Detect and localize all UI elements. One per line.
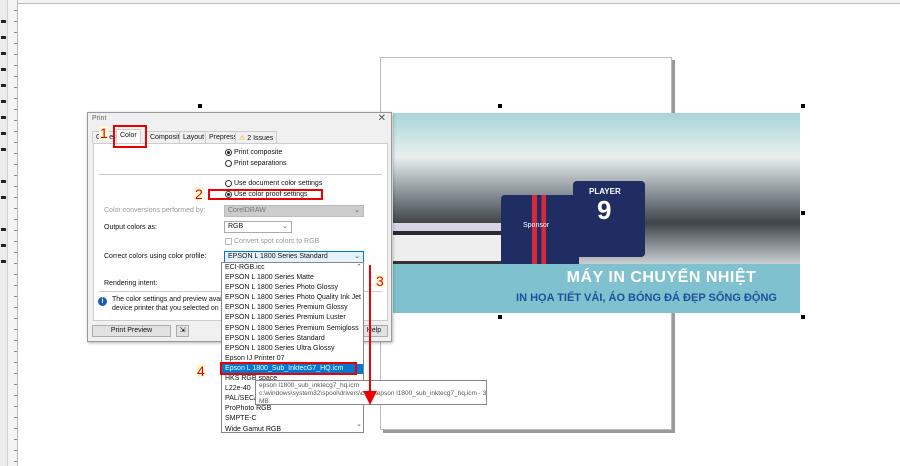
selection-handle[interactable]: [498, 104, 502, 108]
scroll-up-icon[interactable]: ⌃: [356, 263, 362, 271]
banner-title: MÁY IN CHUYỂN NHIỆT: [566, 269, 757, 286]
preview-toggle-button[interactable]: ⇲: [176, 325, 189, 337]
use-document-settings-radio[interactable]: Use document color settings: [225, 180, 322, 187]
profile-option[interactable]: EPSON L 1800 Series Photo Quality Ink Je…: [222, 293, 363, 303]
print-composite-radio[interactable]: Print composite: [225, 149, 282, 156]
divider: [99, 174, 382, 175]
output-label: Output colors as:: [104, 224, 157, 231]
dialog-title: Print: [92, 115, 107, 122]
annotation-box-2: [208, 189, 323, 200]
selection-handle[interactable]: [801, 315, 805, 319]
print-separations-radio[interactable]: Print separations: [225, 160, 287, 167]
profile-option[interactable]: Wide Gamut RGB: [222, 425, 363, 435]
profile-option[interactable]: SMPTE-C: [222, 414, 363, 424]
profile-dropdown-list[interactable]: ECI-RGB.icc EPSON L 1800 Series Matte EPSO…: [221, 262, 364, 433]
vertical-ruler: [8, 0, 18, 466]
profile-option[interactable]: EPSON L 1800 Series Standard: [222, 334, 363, 344]
profile-option[interactable]: EPSON L 1800 Series Matte: [222, 273, 363, 283]
annotation-arrow: [363, 265, 377, 405]
horizontal-ruler: [8, 0, 900, 4]
selection-handle[interactable]: [498, 315, 502, 319]
select-value: RGB: [228, 223, 244, 230]
info-icon: i: [98, 297, 107, 306]
jersey-back: PLAYER 9: [573, 181, 645, 257]
annotation-number-2: 2: [194, 186, 204, 202]
profile-option[interactable]: EPSON L 1800 Series Premium Luster: [222, 313, 363, 323]
annotation-box-1: [113, 125, 147, 148]
select-value: EPSON L 1800 Series Standard: [228, 253, 328, 260]
jersey-front: Sponsor: [501, 195, 579, 269]
scroll-down-icon[interactable]: ⌄: [356, 420, 362, 428]
tab-issues[interactable]: ⚠ 2 Issues: [235, 131, 278, 143]
banner-subtitle: IN HỌA TIẾT VẢI, ÁO BÓNG ĐÁ ĐẸP SỐNG ĐỘN…: [516, 292, 777, 304]
annotation-number-4: 4: [196, 363, 206, 379]
output-select[interactable]: RGB ⌄: [224, 221, 292, 233]
jersey-sponsor-text: Sponsor: [523, 222, 550, 229]
chevron-down-icon: ⌄: [354, 253, 360, 260]
profile-label: Correct colors using color profile:: [104, 253, 207, 260]
tab-issues-label: 2 Issues: [247, 135, 274, 142]
selection-handle[interactable]: [801, 211, 805, 215]
conversions-select: CorelDRAW ⌄: [224, 205, 364, 217]
rendering-intent-label: Rendering intent:: [104, 280, 158, 287]
chevron-down-icon: ⌄: [354, 207, 360, 214]
print-preview-button[interactable]: Print Preview: [92, 325, 171, 337]
annotation-box-4: [220, 362, 357, 375]
radio-label: Print composite: [234, 149, 283, 156]
conversions-label: Color conversions performed by:: [104, 207, 206, 214]
preview-icon: ⇲: [179, 327, 186, 334]
warning-icon: ⚠: [239, 135, 246, 142]
convert-spot-checkbox: ​Convert spot colors to RGB: [225, 238, 319, 245]
selection-handle[interactable]: [801, 104, 805, 108]
select-value: CorelDRAW: [228, 207, 266, 214]
jersey-number-text: 9: [597, 195, 612, 225]
profile-option[interactable]: EPSON L 1800 Series Premium Semigloss: [222, 324, 363, 334]
toolbox[interactable]: [0, 0, 8, 466]
profile-option[interactable]: ProPhoto RGB: [222, 404, 363, 414]
profile-option[interactable]: ECI-RGB.icc: [222, 263, 363, 273]
radio-label: Print separations: [234, 160, 287, 167]
info-text-line2: device printer that you selected on the …: [112, 305, 238, 312]
profile-option[interactable]: EPSON L 1800 Series Photo Glossy: [222, 283, 363, 293]
chevron-down-icon: ⌄: [282, 223, 288, 230]
selection-handle[interactable]: [198, 104, 202, 108]
banner-image[interactable]: Sponsor PLAYER 9 MÁY IN CHUYỂN NHIỆT IN …: [393, 113, 800, 313]
profile-option[interactable]: EPSON L 1800 Series Ultra Glossy: [222, 344, 363, 354]
radio-label: Use document color settings: [234, 180, 323, 187]
annotation-number-1: 1: [99, 125, 109, 141]
profile-option[interactable]: EPSON L 1800 Series Premium Glossy: [222, 303, 363, 313]
checkbox-label: Convert spot colors to RGB: [234, 238, 320, 245]
tab-layout[interactable]: Layout: [179, 131, 209, 143]
close-icon[interactable]: ✕: [378, 113, 386, 124]
